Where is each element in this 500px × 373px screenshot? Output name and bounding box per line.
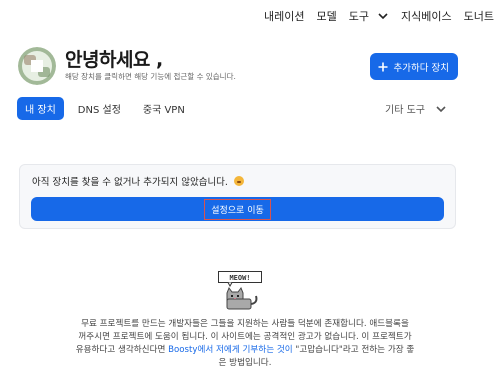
empty-devices-card: 아직 장치를 찾을 수 없거나 추가되지 않았습니다. 설정으로 이동 [19, 164, 456, 229]
plus-icon [378, 62, 388, 71]
empty-message: 아직 장치를 찾을 수 없거나 추가되지 않았습니다. [32, 174, 244, 188]
top-navigation: 내레이션 모델 도구 지식베이스 도너트 [264, 8, 494, 24]
nav-tools-label: 도구 [348, 10, 370, 23]
support-note-line-3-start: 유용하다고 생각하신다면 [75, 345, 169, 355]
grimace-emoji-icon [233, 176, 244, 186]
device-tabs: 내 장치 DNS 설정 중국 VPN [17, 97, 199, 120]
avatar [18, 47, 56, 85]
support-note-line-4: 은 방법입니다. [218, 358, 272, 368]
empty-message-text: 아직 장치를 찾을 수 없거나 추가되지 않았습니다. [32, 177, 228, 188]
tab-my-devices[interactable]: 내 장치 [17, 97, 64, 120]
nav-model[interactable]: 모델 [317, 8, 337, 24]
nav-donate[interactable]: 도너트 [464, 8, 494, 24]
other-tools-dropdown[interactable]: 기타 도구 [385, 97, 447, 120]
go-to-settings-button[interactable]: 설정으로 이동 [31, 197, 444, 221]
add-device-button[interactable]: 추가하다 장치 [369, 53, 458, 80]
page-title: 안녕하세요 , [65, 49, 163, 71]
chevron-down-icon [436, 105, 446, 112]
nav-knowledge-base[interactable]: 지식베이스 [401, 8, 452, 24]
tab-china-vpn[interactable]: 중국 VPN [135, 97, 193, 120]
tab-dns-settings[interactable]: DNS 설정 [70, 97, 129, 120]
go-to-settings-label: 설정으로 이동 [204, 198, 271, 220]
nav-narration[interactable]: 내레이션 [264, 8, 304, 24]
support-note-line-3: 유용하다고 생각하신다면 Boosty에서 저에게 기부하는 것이 "고맙습니다… [50, 344, 440, 357]
add-device-label: 추가하다 장치 [393, 62, 449, 74]
support-note-line-3-end: "고맙습니다"라고 전하는 가장 좋 [292, 345, 415, 355]
other-tools-label: 기타 도구 [385, 105, 425, 116]
meow-cat-mascot: MEOW! [218, 271, 262, 310]
nav-tools-dropdown[interactable]: 도구 [349, 8, 389, 24]
page-subtitle: 해당 장치를 클릭하면 해당 기능에 접근할 수 있습니다. [65, 72, 236, 81]
boosty-donate-link[interactable]: Boosty에서 저에게 기부하는 것이 [168, 345, 293, 355]
support-note: 무료 프로젝트를 만드는 개발자들은 그들을 지원하는 사람들 덕분에 존재합니… [50, 318, 440, 370]
support-note-line-2: 꺼주시면 프로젝트에 도움이 됩니다. 이 사이트에는 공격적인 광고가 없습니… [78, 332, 412, 342]
chevron-down-icon [378, 13, 388, 20]
page-header: 안녕하세요 , 해당 장치를 클릭하면 해당 기능에 접근할 수 있습니다. 추… [18, 45, 458, 87]
support-note-line-1: 무료 프로젝트를 만드는 개발자들은 그들을 지원하는 사람들 덕분에 존재합니… [81, 319, 409, 329]
meow-bubble-text: MEOW! [229, 274, 250, 282]
